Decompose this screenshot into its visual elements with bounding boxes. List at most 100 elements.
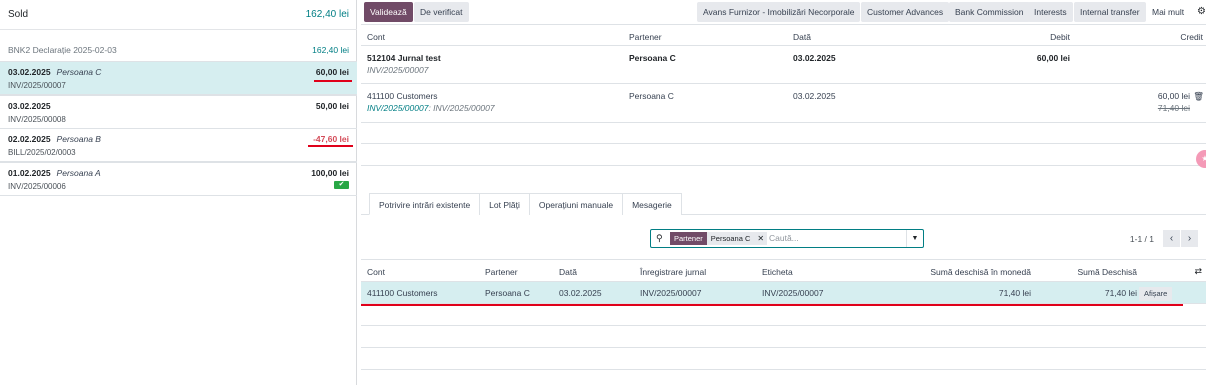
validate-button[interactable]: Validează — [364, 2, 413, 22]
line-ref: INV/2025/00006 — [8, 182, 66, 191]
entry-ref: INV/2025/00007 — [367, 65, 429, 75]
tab-manual-operations[interactable]: Operațiuni manuale — [528, 193, 624, 215]
results-header: Cont Partener Dată Înregistrare jurnal E… — [361, 259, 1206, 282]
entry-account: 512104 Jurnal test — [367, 53, 441, 63]
line-amount: 100,00 lei — [311, 168, 349, 178]
tab-messaging[interactable]: Mesagerie — [622, 193, 682, 215]
column-toggle-icon[interactable]: ⇄ — [1194, 266, 1202, 277]
facet-value: Persoana C — [706, 232, 755, 245]
result-account: 411100 Customers — [367, 288, 438, 298]
line-ref: INV/2025/00008 — [8, 115, 66, 124]
line-amount: -47,60 lei — [313, 134, 349, 144]
line-ref: INV/2025/00007 — [8, 81, 66, 90]
statement-line[interactable]: 01.02.2025 Persoana A INV/2025/00006 100,… — [0, 162, 357, 196]
col-cont: Cont — [367, 267, 385, 277]
statement-value: 162,40 lei — [312, 45, 349, 55]
entry-ref: : INV/2025/00007 — [428, 103, 495, 113]
empty-row — [361, 349, 1206, 370]
result-amount-currency: 71,40 lei — [998, 288, 1031, 298]
col-eticheta: Eticheta — [762, 267, 793, 277]
empty-row — [361, 327, 1206, 348]
entry-row[interactable]: 411100 Customers INV/2025/00007: INV/202… — [361, 85, 1206, 123]
entry-debit: 60,00 lei — [1036, 53, 1070, 63]
entry-credit: 60,00 lei — [1157, 91, 1190, 101]
result-label: INV/2025/00007 — [762, 288, 824, 298]
reconcile-panel: Validează De verificat Avans Furnizor - … — [361, 0, 1206, 385]
tab-match-existing[interactable]: Potrivire intrări existente — [369, 193, 481, 215]
col-jurnal: Înregistrare jurnal — [640, 267, 707, 277]
col-partener: Partener — [629, 32, 662, 42]
balance-label: Sold — [8, 9, 29, 20]
result-journal: INV/2025/00007 — [640, 288, 702, 298]
entry-partner: Persoana C — [629, 91, 674, 101]
chevron-down-icon[interactable]: ▼ — [906, 230, 923, 247]
col-data: Dată — [793, 32, 811, 42]
entry-account: 411100 Customers — [367, 91, 438, 101]
balance-header: Sold 162,40 lei — [0, 0, 357, 30]
col-cont: Cont — [367, 32, 385, 42]
statement-line[interactable]: 03.02.2025 Persoana C INV/2025/00007 60,0… — [0, 61, 357, 95]
statement-line[interactable]: 03.02.2025 INV/2025/00008 50,00 lei — [0, 95, 357, 129]
model-button[interactable]: Bank Commission — [949, 2, 1030, 22]
trash-icon[interactable]: 🗑 — [1193, 91, 1204, 102]
pager-next-icon[interactable]: › — [1181, 230, 1198, 247]
pager-value[interactable]: 1-1 / 1 — [1130, 234, 1154, 244]
line-date: 03.02.2025 — [8, 67, 51, 77]
col-suma: Sumă Deschisă — [1077, 267, 1137, 277]
gear-icon[interactable]: ⚙ — [1197, 6, 1206, 17]
balance-value: 162,40 lei — [305, 9, 349, 20]
search-input[interactable]: Caută... — [769, 233, 799, 243]
entry-date: 03.02.2025 — [793, 91, 836, 101]
line-partner: Persoana B — [56, 134, 101, 144]
line-date: 02.02.2025 — [8, 134, 51, 144]
col-credit: Credit — [1180, 32, 1203, 42]
search-icon: ⚲ — [656, 233, 663, 243]
statement-header[interactable]: BNK2 Declarație 2025-02-03 162,40 lei — [0, 42, 357, 58]
line-ref: BILL/2025/02/0003 — [8, 148, 76, 157]
model-button[interactable]: Avans Furnizor - Imobilizări Necorporale — [697, 2, 861, 22]
statement-label: BNK2 Declarație 2025-02-03 — [8, 45, 117, 55]
to-check-button[interactable]: De verificat — [414, 2, 469, 22]
search-facet: Partener Persoana C ✕ — [670, 232, 768, 245]
show-button[interactable]: Afișare — [1139, 287, 1173, 301]
more-button[interactable]: Mai mult — [1146, 2, 1190, 22]
annotation-underline — [308, 145, 353, 147]
model-button[interactable]: Interests — [1028, 2, 1073, 22]
model-button[interactable]: Customer Advances — [861, 2, 950, 22]
result-date: 03.02.2025 — [559, 288, 602, 298]
line-date: 03.02.2025 — [8, 101, 51, 111]
empty-row — [361, 145, 1206, 166]
entry-ref-link[interactable]: INV/2025/00007 — [367, 103, 428, 113]
statement-lines-panel: Sold 162,40 lei BNK2 Declarație 2025-02-… — [0, 0, 357, 385]
search-bar[interactable]: ⚲ Partener Persoana C ✕ Caută... ▼ — [650, 229, 924, 248]
line-partner: Persoana C — [56, 67, 102, 77]
empty-row — [361, 123, 1206, 144]
result-partner: Persoana C — [485, 288, 530, 298]
entry-row[interactable]: 512104 Jurnal test INV/2025/00007 Persoa… — [361, 46, 1206, 84]
line-partner: Persoana A — [56, 168, 101, 178]
result-amount: 71,40 lei — [1104, 288, 1137, 298]
empty-row — [361, 305, 1206, 326]
tab-batch-payments[interactable]: Lot Plăți — [479, 193, 530, 215]
entry-credit-old: 71,40 lei — [1157, 103, 1190, 113]
tabs: Potrivire intrări existente Lot Plăți Op… — [369, 193, 682, 215]
pager-prev-icon[interactable]: ‹ — [1163, 230, 1180, 247]
line-amount: 60,00 lei — [315, 67, 349, 77]
col-debit: Debit — [1050, 32, 1070, 42]
model-button[interactable]: Internal transfer — [1074, 2, 1146, 22]
entries-header: Cont Partener Dată Debit Credit — [361, 26, 1206, 46]
line-amount: 50,00 lei — [315, 101, 349, 111]
line-date: 01.02.2025 — [8, 168, 51, 178]
pager: 1-1 / 1 ‹ › — [1130, 229, 1198, 248]
col-data: Dată — [559, 267, 577, 277]
reconciled-check-icon: ✔ — [334, 181, 349, 189]
col-suma-moneda: Sumă deschisă în monedă — [930, 267, 1031, 277]
col-partener: Partener — [485, 267, 518, 277]
statement-line[interactable]: 02.02.2025 Persoana B BILL/2025/02/0003 -… — [0, 128, 357, 162]
facet-remove-icon[interactable]: ✕ — [754, 232, 768, 245]
facet-key: Partener — [670, 232, 707, 245]
entry-partner: Persoana C — [629, 53, 676, 63]
entry-date: 03.02.2025 — [793, 53, 836, 63]
annotation-underline — [314, 80, 352, 82]
result-row[interactable]: 411100 Customers Persoana C 03.02.2025 I… — [361, 282, 1206, 304]
